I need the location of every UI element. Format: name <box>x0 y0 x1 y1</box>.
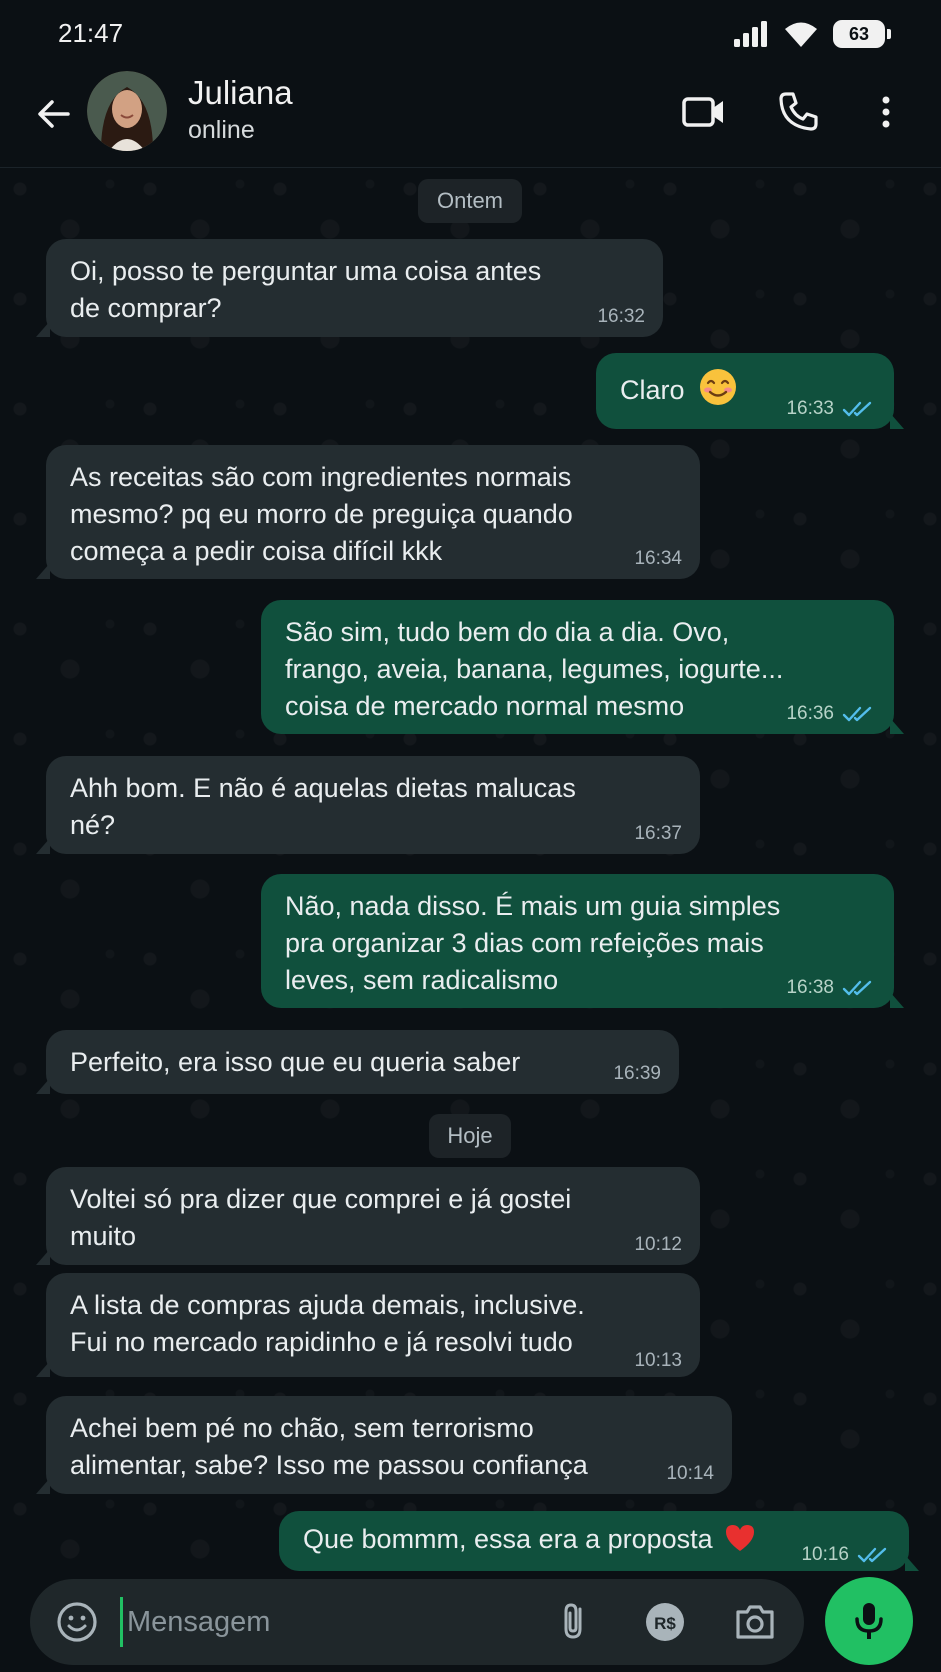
message-input[interactable] <box>120 1597 480 1647</box>
emoji-icon[interactable] <box>54 1599 100 1645</box>
message-text: Achei bem pé no chão, sem terrorismo ali… <box>70 1413 588 1480</box>
contact-name[interactable]: Juliana <box>188 74 293 112</box>
message-time: 16:36 <box>786 703 834 724</box>
message-incoming[interactable]: Achei bem pé no chão, sem terrorismo ali… <box>36 1396 732 1494</box>
message-time: 16:33 <box>786 398 834 419</box>
message-time: 10:12 <box>634 1234 682 1255</box>
day-chip-today: Hoje <box>429 1114 511 1158</box>
status-time: 21:47 <box>58 18 124 48</box>
message-outgoing[interactable]: Claro 16:33 <box>596 353 904 429</box>
message-incoming[interactable]: A lista de compras ajuda demais, inclusi… <box>36 1273 700 1377</box>
message-text: Ahh bom. E não é aquelas dietas malucas … <box>70 773 576 840</box>
message-text: As receitas são com ingredientes normais… <box>70 462 573 566</box>
svg-text:R$: R$ <box>654 1614 676 1633</box>
message-time: 16:37 <box>634 823 682 844</box>
message-meta: 16:32 <box>597 307 645 327</box>
message-meta: 16:33 <box>786 399 876 419</box>
message-time: 16:32 <box>597 306 645 327</box>
mic-button[interactable] <box>825 1577 913 1665</box>
message-time: 10:13 <box>634 1350 682 1371</box>
signal-icon <box>734 21 767 47</box>
battery-level: 63 <box>848 23 870 44</box>
message-time: 16:39 <box>613 1063 661 1084</box>
avatar[interactable] <box>87 71 167 151</box>
message-meta: 16:37 <box>634 824 682 844</box>
contact-status: online <box>188 116 255 144</box>
message-incoming[interactable]: Voltei só pra dizer que comprei e já gos… <box>36 1167 700 1265</box>
chat-header: Juliana online <box>0 64 941 168</box>
video-call-icon[interactable] <box>680 88 728 136</box>
day-label: Ontem <box>436 188 504 213</box>
avatar-image <box>87 71 167 151</box>
message-incoming[interactable]: As receitas são com ingredientes normais… <box>36 445 700 579</box>
message-text: Claro <box>620 375 685 405</box>
read-ticks-icon <box>842 980 872 996</box>
message-time: 16:34 <box>634 548 682 569</box>
message-time: 16:38 <box>786 977 834 998</box>
message-meta: 16:38 <box>786 978 876 998</box>
message-text: São sim, tudo bem do dia a dia. Ovo, fra… <box>285 617 784 721</box>
message-outgoing[interactable]: São sim, tudo bem do dia a dia. Ovo, fra… <box>261 600 904 734</box>
message-meta: 16:36 <box>786 704 876 724</box>
message-text: Não, nada disso. É mais um guia simples … <box>285 891 781 995</box>
message-text: Oi, posso te perguntar uma coisa antes d… <box>70 256 542 323</box>
payment-icon[interactable]: R$ <box>642 1599 688 1645</box>
mic-icon <box>855 1603 883 1639</box>
message-meta: 10:14 <box>666 1464 714 1484</box>
wifi-icon <box>785 22 817 47</box>
red-heart-emoji <box>726 1525 755 1551</box>
input-bar: R$ <box>0 1577 941 1672</box>
message-meta: 10:16 <box>801 1545 891 1565</box>
read-ticks-icon <box>842 401 872 417</box>
chat-area[interactable]: Ontem Oi, posso te perguntar uma coisa a… <box>0 169 941 1580</box>
message-time: 10:16 <box>801 1544 849 1565</box>
phone-icon[interactable] <box>774 88 822 136</box>
battery-icon: 63 <box>833 20 891 48</box>
message-incoming[interactable]: Ahh bom. E não é aquelas dietas malucas … <box>36 756 700 854</box>
attach-icon[interactable] <box>550 1597 598 1645</box>
message-text: Perfeito, era isso que eu queria saber <box>70 1047 521 1077</box>
message-incoming[interactable]: Oi, posso te perguntar uma coisa antes d… <box>36 239 663 337</box>
status-icons: 63 <box>733 20 891 48</box>
smiling-face-emoji <box>700 369 737 405</box>
message-text: A lista de compras ajuda demais, inclusi… <box>70 1290 585 1357</box>
message-time: 10:14 <box>666 1463 714 1484</box>
message-composer: R$ <box>30 1579 804 1665</box>
read-ticks-icon <box>842 706 872 722</box>
status-bar: 21:47 63 <box>0 0 941 64</box>
message-text: Voltei só pra dizer que comprei e já gos… <box>70 1184 572 1251</box>
message-incoming[interactable]: Perfeito, era isso que eu queria saber 1… <box>36 1030 679 1094</box>
message-meta: 10:12 <box>634 1235 682 1255</box>
message-text: Que bommm, essa era a proposta <box>303 1524 713 1554</box>
more-vertical-icon[interactable] <box>862 88 910 136</box>
message-outgoing[interactable]: Não, nada disso. É mais um guia simples … <box>261 874 904 1008</box>
read-ticks-icon <box>857 1547 887 1563</box>
back-arrow-icon[interactable] <box>32 92 76 136</box>
day-label: Hoje <box>447 1123 493 1148</box>
message-outgoing[interactable]: Que bommm, essa era a proposta 10:16 <box>279 1511 919 1571</box>
day-chip-yesterday: Ontem <box>418 179 522 223</box>
camera-icon[interactable] <box>730 1597 780 1647</box>
message-meta: 16:39 <box>613 1064 661 1084</box>
message-meta: 10:13 <box>634 1351 682 1371</box>
message-meta: 16:34 <box>634 549 682 569</box>
